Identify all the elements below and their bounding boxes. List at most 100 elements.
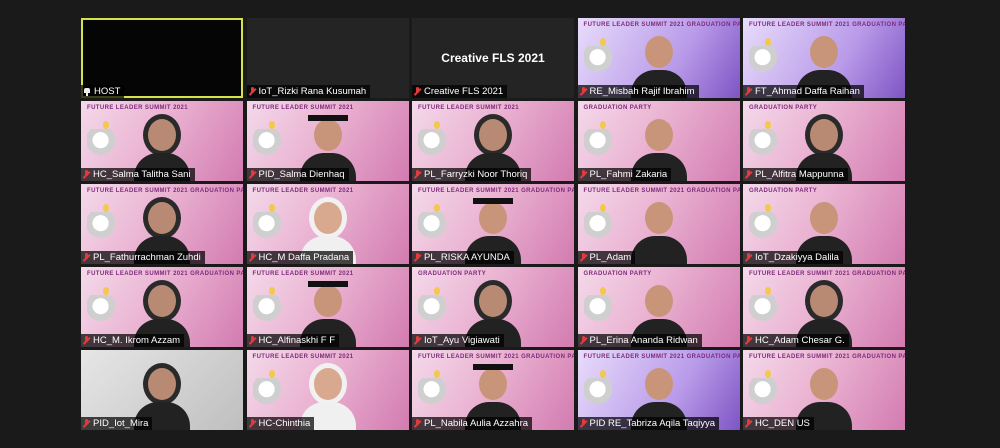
robot-mascot-icon: [583, 378, 618, 406]
participant-tile[interactable]: FUTURE LEADER SUMMIT 2021 GRADUATION PAR…: [412, 350, 574, 430]
muted-microphone-icon: [414, 253, 421, 262]
muted-microphone-icon: [580, 253, 587, 262]
lightbulb-icon: [765, 121, 771, 129]
background-banner-text: FUTURE LEADER SUMMIT 2021 GRADUATION PAR…: [418, 188, 574, 194]
participant-name-text: PL_RISKA AYUNDA: [424, 252, 510, 263]
participant-tile[interactable]: PID_Iot_Mira: [81, 350, 243, 430]
participant-name-text: PL_Fathurrachman Zuhdi: [93, 252, 201, 263]
background-banner-text: FUTURE LEADER SUMMIT 2021 GRADUATION PAR…: [87, 188, 243, 194]
muted-microphone-icon: [249, 336, 256, 345]
participant-name-label: PL_Fathurrachman Zuhdi: [81, 251, 205, 264]
participant-name-text: IoT_Dzakiyya Dalila: [755, 252, 839, 263]
background-banner-text: FUTURE LEADER SUMMIT 2021: [418, 105, 520, 111]
lightbulb-icon: [434, 287, 440, 295]
participant-name-label: PL_RISKA AYUNDA: [412, 251, 514, 264]
muted-microphone-icon: [83, 419, 90, 428]
participant-name-text: HC_Salma Talitha Sani: [93, 169, 191, 180]
participant-name-label: HC_DEN US: [743, 417, 814, 430]
participant-name-text: PL_Erina Ananda Ridwan: [589, 335, 698, 346]
participant-name-text: HOST: [94, 86, 121, 97]
participant-name-label: PL_Alfitra Mappunna: [743, 168, 848, 181]
background-banner-text: FUTURE LEADER SUMMIT 2021: [252, 354, 354, 360]
robot-mascot-icon: [583, 129, 618, 157]
lightbulb-icon: [765, 38, 771, 46]
participant-tile[interactable]: FUTURE LEADER SUMMIT 2021 GRADUATION PAR…: [743, 350, 905, 430]
lightbulb-icon: [599, 121, 606, 129]
muted-microphone-icon: [414, 170, 421, 179]
participant-tile[interactable]: FUTURE LEADER SUMMIT 2021 HC_Salma Talith…: [81, 101, 243, 181]
muted-microphone-icon: [414, 87, 421, 96]
muted-microphone-icon: [83, 170, 90, 179]
robot-mascot-icon: [87, 295, 121, 323]
participant-name-label: HC_Adam Chesar G.: [743, 334, 849, 347]
participant-tile[interactable]: GRADUATION PARTY IoT_Ayu Vigiawati: [412, 267, 574, 347]
lightbulb-icon: [599, 38, 606, 46]
background-banner-text: FUTURE LEADER SUMMIT 2021 GRADUATION PAR…: [583, 188, 740, 194]
participant-name-label: IoT_Rizki Rana Kusumah: [246, 85, 371, 98]
background-banner-text: FUTURE LEADER SUMMIT 2021 GRADUATION PAR…: [749, 22, 905, 28]
participant-name-text: PID_Salma Dienhaq: [258, 169, 345, 180]
robot-mascot-icon: [749, 295, 783, 323]
participant-name-text: PL_Fahmi Zakaria: [589, 169, 668, 180]
lightbulb-icon: [103, 204, 109, 212]
participant-tile[interactable]: FUTURE LEADER SUMMIT 2021 GRADUATION PAR…: [743, 267, 905, 347]
participant-name-text: HC_Adam Chesar G.: [755, 335, 845, 346]
participant-name-label: IoT_Ayu Vigiawati: [412, 334, 504, 347]
participant-tile[interactable]: FUTURE LEADER SUMMIT 2021 GRADUATION PAR…: [577, 350, 740, 430]
participant-tile[interactable]: GRADUATION PARTY PL_Alfitra Mappunna: [743, 101, 905, 181]
participant-name-label: HC-Chinthia: [246, 417, 315, 430]
lightbulb-icon: [765, 287, 771, 295]
participant-name-text: FT_Ahmad Daffa Raihan: [755, 86, 860, 97]
background-banner-text: FUTURE LEADER SUMMIT 2021 GRADUATION PAR…: [749, 271, 905, 277]
background-banner-text: GRADUATION PARTY: [749, 105, 818, 111]
participant-tile[interactable]: FUTURE LEADER SUMMIT 2021 GRADUATION PAR…: [81, 184, 243, 264]
robot-mascot-icon: [749, 378, 783, 406]
lightbulb-icon: [434, 204, 440, 212]
participant-tile[interactable]: FUTURE LEADER SUMMIT 2021 PID_Salma Dienh…: [246, 101, 409, 181]
robot-mascot-icon: [418, 295, 452, 323]
participant-tile[interactable]: GRADUATION PARTY IoT_Dzakiyya Dalila: [743, 184, 905, 264]
participant-tile[interactable]: Creative FLS 2021 Creative FLS 2021: [412, 18, 574, 98]
participant-tile[interactable]: FUTURE LEADER SUMMIT 2021 PL_Farryzki Noo…: [412, 101, 574, 181]
participant-name-text: PL_Alfitra Mappunna: [755, 169, 844, 180]
robot-mascot-icon: [749, 129, 783, 157]
lightbulb-icon: [765, 370, 771, 378]
participant-name-text: IoT_Rizki Rana Kusumah: [258, 86, 367, 97]
participant-video: [627, 198, 691, 264]
muted-microphone-icon: [249, 253, 256, 262]
muted-microphone-icon: [745, 253, 752, 262]
participant-tile[interactable]: FUTURE LEADER SUMMIT 2021 GRADUATION PAR…: [412, 184, 574, 264]
muted-microphone-icon: [580, 170, 587, 179]
robot-mascot-icon: [749, 212, 783, 240]
muted-microphone-icon: [580, 419, 587, 428]
participant-name-text: PL_Farryzki Noor Thoriq: [424, 169, 528, 180]
robot-mascot-icon: [749, 46, 783, 74]
participant-tile[interactable]: HOST: [81, 18, 243, 98]
muted-microphone-icon: [580, 336, 587, 345]
participant-name-label: PL_Erina Ananda Ridwan: [577, 334, 702, 347]
lightbulb-icon: [103, 121, 109, 129]
participant-tile[interactable]: FUTURE LEADER SUMMIT 2021 GRADUATION PAR…: [743, 18, 905, 98]
participant-tile[interactable]: FUTURE LEADER SUMMIT 2021 HC_Alfinaskhi F…: [246, 267, 409, 347]
lightbulb-icon: [268, 121, 275, 129]
participant-name-label: HC_M. Ikrom Azzam: [81, 334, 185, 347]
participant-tile[interactable]: FUTURE LEADER SUMMIT 2021 GRADUATION PAR…: [577, 18, 740, 98]
lightbulb-icon: [103, 287, 109, 295]
participant-tile[interactable]: FUTURE LEADER SUMMIT 2021 HC-Chinthia: [246, 350, 409, 430]
participant-tile[interactable]: FUTURE LEADER SUMMIT 2021 HC_M Daffa Prad…: [246, 184, 409, 264]
participant-tile[interactable]: FUTURE LEADER SUMMIT 2021 GRADUATION PAR…: [81, 267, 243, 347]
participant-tile[interactable]: GRADUATION PARTY PL_Fahmi Zakaria: [577, 101, 740, 181]
lightbulb-icon: [599, 370, 606, 378]
lightbulb-icon: [268, 287, 275, 295]
robot-mascot-icon: [252, 212, 287, 240]
robot-mascot-icon: [252, 378, 287, 406]
participant-name-label: RE_Misbah Rajif Ibrahim: [577, 85, 699, 98]
lightbulb-icon: [434, 370, 440, 378]
robot-mascot-icon: [583, 295, 618, 323]
participant-tile[interactable]: GRADUATION PARTY PL_Erina Ananda Ridwan: [577, 267, 740, 347]
participant-tile[interactable]: IoT_Rizki Rana Kusumah: [246, 18, 409, 98]
background-banner-text: GRADUATION PARTY: [583, 271, 652, 277]
participant-name-text: RE_Misbah Rajif Ibrahim: [589, 86, 695, 97]
participant-tile[interactable]: FUTURE LEADER SUMMIT 2021 GRADUATION PAR…: [577, 184, 740, 264]
robot-mascot-icon: [87, 212, 121, 240]
